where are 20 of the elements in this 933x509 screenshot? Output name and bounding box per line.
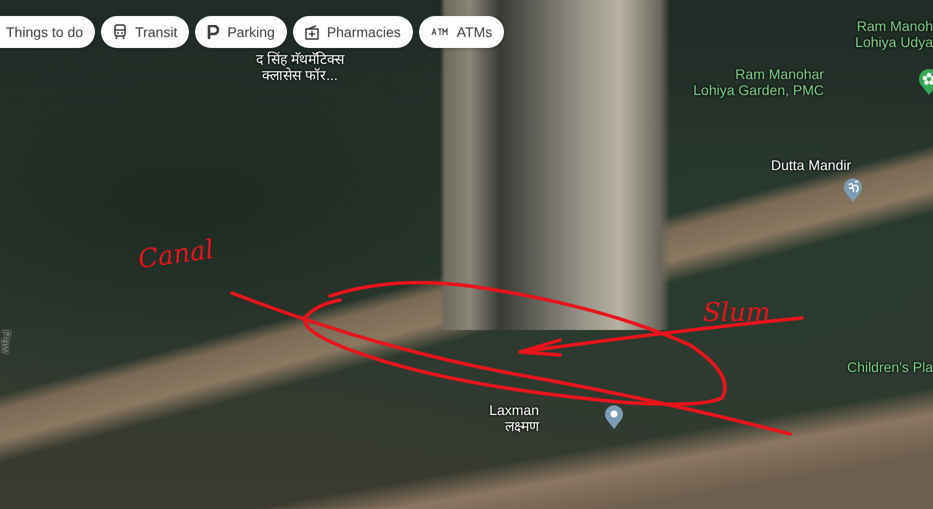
place-label: Ram Manoh Lohiya Udya: [855, 18, 933, 50]
handwritten-note: Slum: [703, 298, 771, 328]
parking-icon: [207, 25, 220, 39]
filter-chip[interactable]: Parking: [195, 16, 287, 48]
filter-chip[interactable]: Things to do: [0, 16, 96, 48]
place-label: Dutta Mandir: [771, 157, 852, 173]
place-label: Laxman लक्ष्मण: [489, 402, 539, 434]
filter-chip[interactable]: Transit: [101, 16, 190, 48]
filter-chip[interactable]: ATMs: [418, 16, 504, 48]
place-label: Children's Pla: [847, 359, 933, 375]
train-icon: [113, 24, 128, 40]
pharmacy-icon: [304, 24, 319, 40]
temple-pin-icon[interactable]: [843, 177, 863, 203]
place-label: Ram Manohar Lohiya Garden, PMC: [693, 66, 824, 98]
location-pin-icon[interactable]: [604, 404, 624, 430]
road-label: Paw: [0, 330, 14, 354]
place-label: द सिंह मॅथमॅटिक्स क्लासेस फॉर...: [256, 51, 344, 83]
handwritten-note: Canal: [136, 234, 216, 276]
atm-icon: [430, 28, 449, 36]
filter-chip[interactable]: Pharmacies: [292, 16, 413, 48]
